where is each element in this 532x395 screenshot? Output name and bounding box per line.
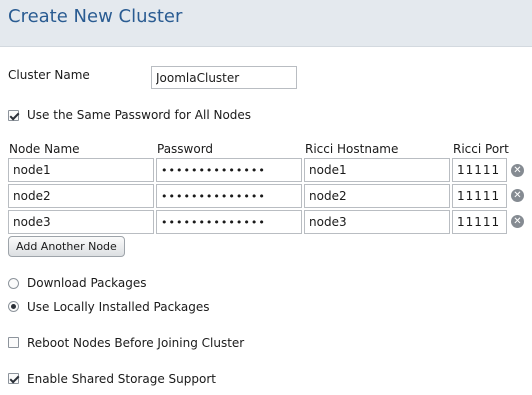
node-name-input[interactable] [8,158,154,182]
remove-circle-icon[interactable]: ✕ [511,164,524,177]
column-header-ricci-hostname: Ricci Hostname [305,142,399,156]
ricci-port-input[interactable] [452,184,507,208]
use-local-packages-radio[interactable] [8,301,19,312]
same-password-label: Use the Same Password for All Nodes [27,108,252,122]
reboot-nodes-label: Reboot Nodes Before Joining Cluster [27,336,245,350]
download-packages-label: Download Packages [27,276,147,290]
node-password-input[interactable] [156,210,302,234]
column-header-ricci-port: Ricci Port [453,142,509,156]
ricci-hostname-input[interactable] [304,210,450,234]
ricci-port-input[interactable] [452,158,507,182]
ricci-hostname-input[interactable] [304,158,450,182]
ricci-hostname-input[interactable] [304,184,450,208]
page-title: Create New Cluster [8,6,183,27]
cluster-name-input[interactable] [151,66,297,89]
same-password-checkbox[interactable] [8,110,19,121]
remove-circle-icon[interactable]: ✕ [511,189,524,202]
remove-circle-icon[interactable]: ✕ [511,215,524,228]
page-header: Create New Cluster [0,0,532,47]
shared-storage-label: Enable Shared Storage Support [27,372,216,386]
node-name-input[interactable] [8,184,154,208]
node-name-input[interactable] [8,210,154,234]
reboot-nodes-checkbox[interactable] [8,337,19,348]
use-local-packages-label: Use Locally Installed Packages [27,300,210,314]
column-header-password: Password [157,142,214,156]
column-header-node-name: Node Name [9,142,80,156]
cluster-name-label: Cluster Name [8,68,90,82]
shared-storage-checkbox[interactable] [8,373,19,384]
node-password-input[interactable] [156,158,302,182]
ricci-port-input[interactable] [452,210,507,234]
node-password-input[interactable] [156,184,302,208]
download-packages-radio[interactable] [8,278,19,289]
add-another-node-button[interactable]: Add Another Node [8,236,125,257]
